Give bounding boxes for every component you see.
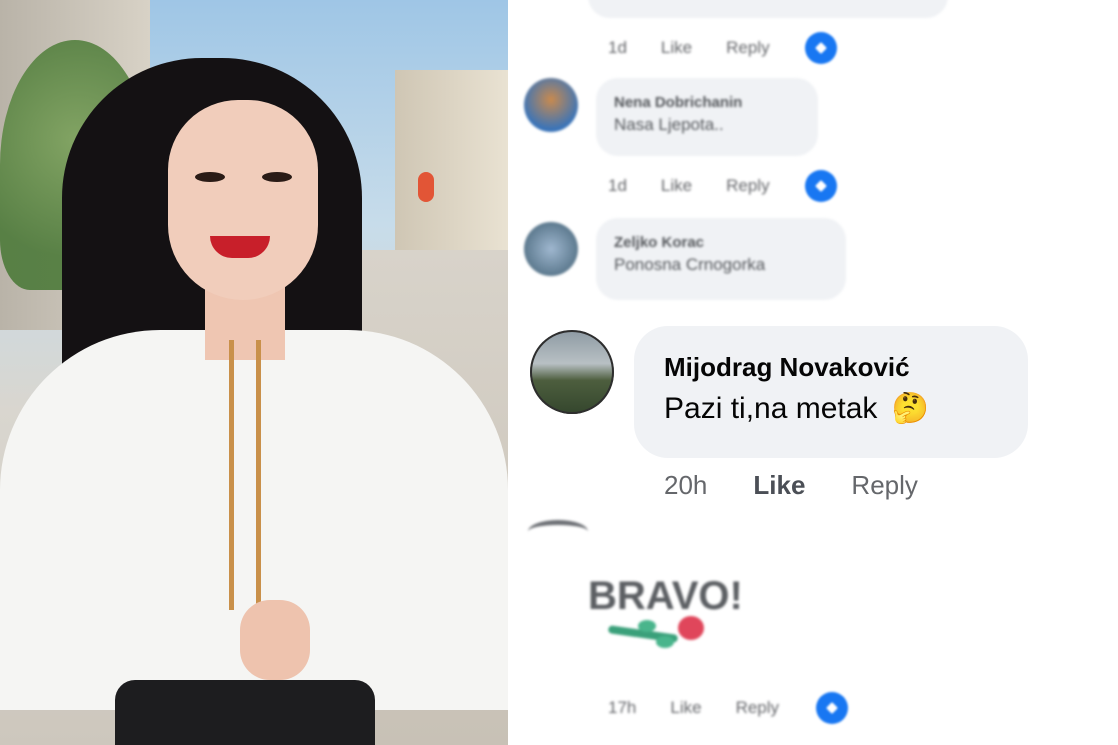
comment-bubble: Zeljko Korac Ponosna Crnogorka bbox=[596, 218, 846, 300]
comment-time: 17h bbox=[608, 698, 637, 717]
reply-link[interactable]: Reply bbox=[851, 470, 917, 501]
like-reaction-icon bbox=[816, 692, 848, 724]
reply-link[interactable]: Reply bbox=[736, 698, 779, 718]
comment-bubble: Mijodrag Novaković Pazi ti,na metak 🤔 bbox=[634, 326, 1028, 458]
avatar-fragment bbox=[528, 520, 588, 543]
comment-text-content: Pazi ti,na metak bbox=[664, 392, 878, 425]
comments-panel: 1d Like Reply Nena Dobrichanin Nasa Ljep… bbox=[508, 0, 1118, 745]
avatar[interactable] bbox=[524, 78, 578, 132]
commenter-name[interactable]: Zeljko Korac bbox=[614, 234, 828, 251]
like-reaction-icon bbox=[805, 32, 837, 64]
comment-time: 20h bbox=[664, 470, 708, 500]
comment-actions: 1d Like Reply bbox=[608, 176, 770, 196]
like-link[interactable]: Like bbox=[661, 38, 692, 58]
reply-link[interactable]: Reply bbox=[726, 38, 769, 58]
black-skirt bbox=[115, 680, 375, 745]
comment-actions: 20h Like Reply bbox=[664, 470, 918, 501]
avatar[interactable] bbox=[530, 330, 614, 414]
comment-bubble: Nena Dobrichanin Nasa Ljepota.. bbox=[596, 78, 818, 156]
avatar[interactable] bbox=[524, 222, 578, 276]
commenter-name[interactable]: Mijodrag Novaković bbox=[664, 352, 998, 383]
like-link[interactable]: Like bbox=[661, 176, 692, 196]
comment-text: Nasa Ljepota.. bbox=[614, 115, 724, 134]
comment-time: 1d bbox=[608, 38, 627, 57]
eye bbox=[262, 172, 292, 182]
woman-photo bbox=[0, 0, 508, 745]
like-link[interactable]: Like bbox=[670, 698, 701, 718]
comment-actions: 17h Like Reply bbox=[608, 698, 779, 718]
comment-text: Ponosna Crnogorka bbox=[614, 255, 766, 274]
red-lantern bbox=[418, 172, 434, 202]
comment-actions: 1d Like Reply bbox=[608, 38, 770, 58]
face bbox=[168, 100, 318, 300]
hand bbox=[240, 600, 310, 680]
like-link[interactable]: Like bbox=[753, 470, 805, 501]
embroidered-trim bbox=[205, 340, 285, 610]
comment-text: Pazi ti,na metak 🤔 bbox=[664, 391, 998, 426]
comment-bubble bbox=[588, 0, 948, 18]
reply-link[interactable]: Reply bbox=[726, 176, 769, 196]
thinking-face-icon: 🤔 bbox=[891, 392, 930, 425]
comment-time: 1d bbox=[608, 176, 627, 195]
like-reaction-icon bbox=[805, 170, 837, 202]
rose-sticker-icon bbox=[607, 612, 718, 652]
eye bbox=[195, 172, 225, 182]
commenter-name[interactable]: Nena Dobrichanin bbox=[614, 94, 800, 111]
